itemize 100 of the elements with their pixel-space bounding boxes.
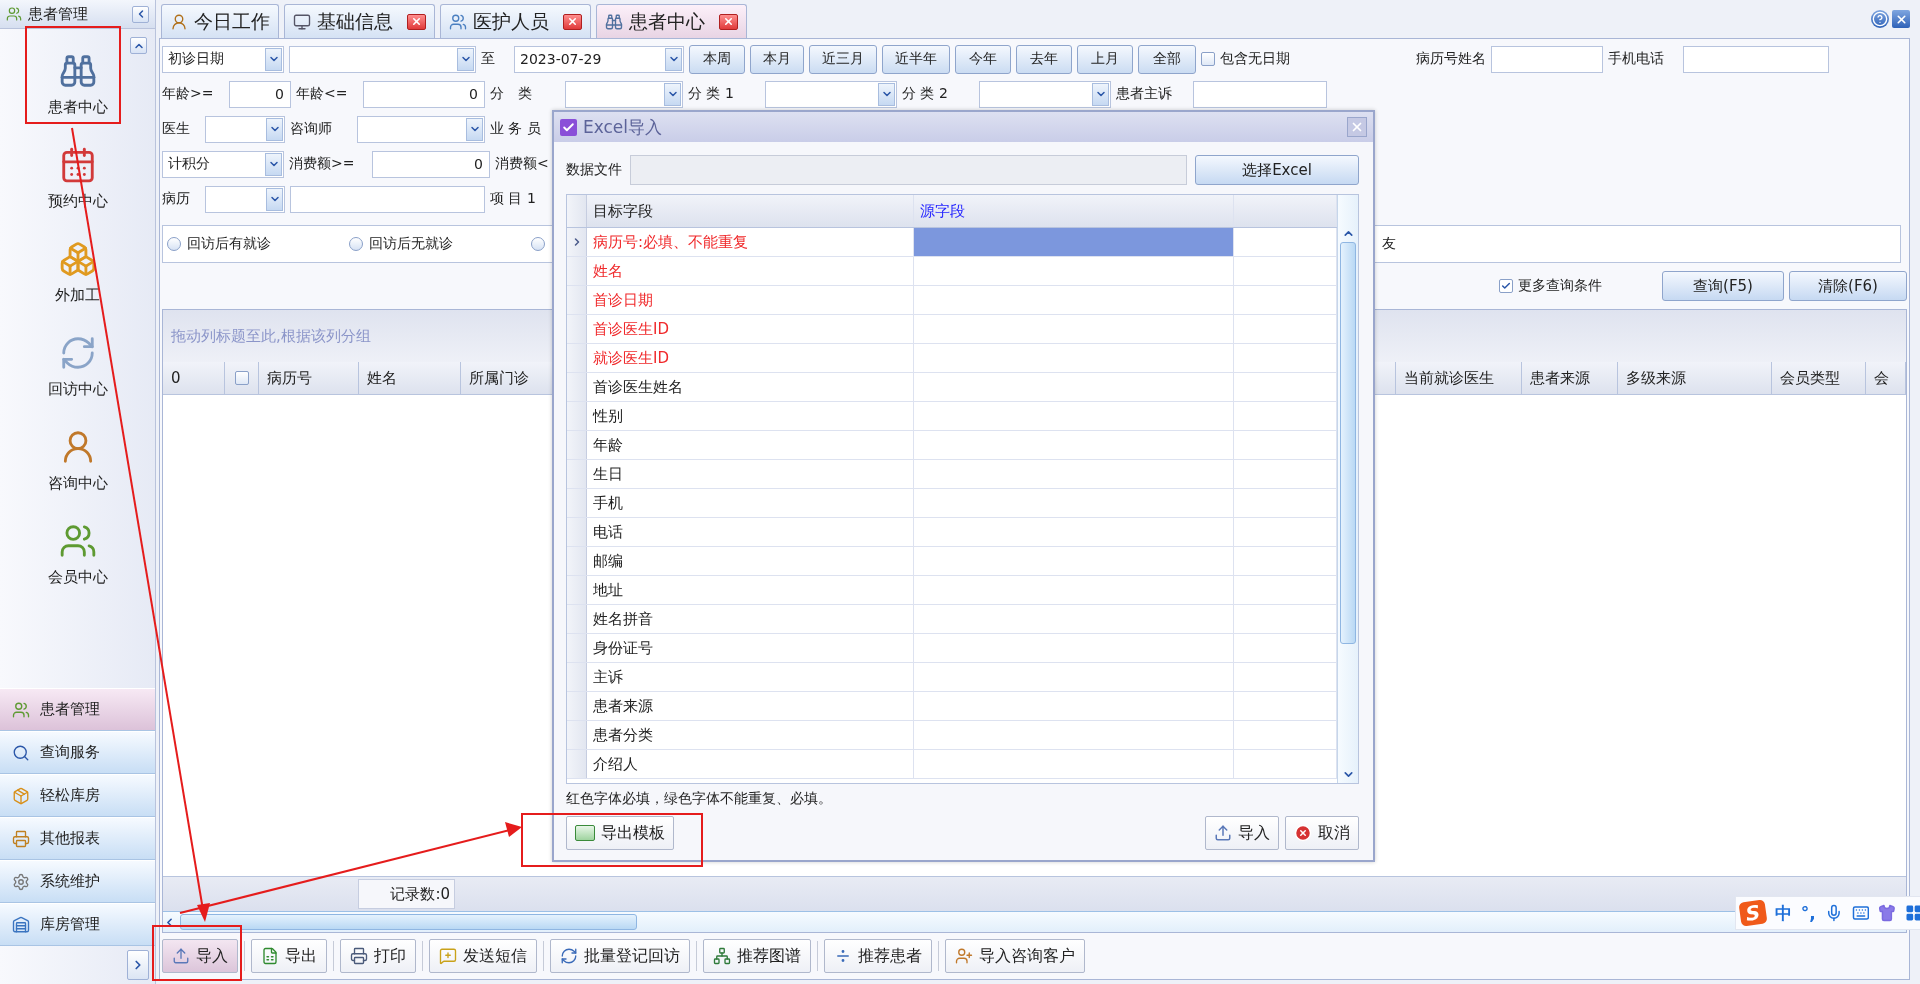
module-item[interactable]: 回访中心 bbox=[22, 319, 133, 413]
choose-file-button[interactable]: 选择Excel bbox=[1195, 155, 1359, 185]
field-label: 消费额< bbox=[495, 155, 550, 173]
toolbar-button[interactable]: 导入咨询客户 bbox=[945, 939, 1085, 973]
dropdown-field[interactable] bbox=[205, 115, 285, 143]
column-header[interactable]: 姓名 bbox=[359, 362, 461, 394]
vertical-scrollbar[interactable] bbox=[1337, 195, 1358, 783]
dropdown-field[interactable]: 2023-07-29 bbox=[514, 45, 684, 73]
dropdown-field[interactable]: 计积分 bbox=[162, 150, 284, 178]
close-button[interactable] bbox=[563, 13, 582, 30]
shirt-icon[interactable] bbox=[1878, 904, 1897, 922]
clear-button[interactable]: 清除(F6) bbox=[1789, 271, 1907, 301]
record-count: 记录数:0 bbox=[358, 879, 455, 909]
period-button[interactable]: 本周 bbox=[689, 44, 745, 74]
column-header[interactable]: 会员类型 bbox=[1772, 362, 1866, 394]
number-field[interactable]: 0 bbox=[372, 150, 490, 178]
toolbar-button[interactable]: 打印 bbox=[340, 939, 416, 973]
collapse-button[interactable] bbox=[132, 5, 149, 23]
column-header[interactable]: 会 bbox=[1866, 362, 1906, 394]
nav-item[interactable]: 患者管理 bbox=[0, 688, 155, 731]
cancel-button[interactable]: 取消 bbox=[1285, 816, 1359, 850]
column-header[interactable]: 0 bbox=[163, 362, 225, 394]
dropdown-field[interactable] bbox=[765, 80, 897, 108]
dropdown-field[interactable]: 初诊日期 bbox=[162, 45, 284, 73]
input-field[interactable] bbox=[290, 185, 485, 213]
expand-button[interactable] bbox=[127, 950, 149, 980]
toolbar-button[interactable]: 推荐图谱 bbox=[703, 939, 811, 973]
export-template-button[interactable]: 导出模板 bbox=[566, 816, 674, 850]
binoculars-icon bbox=[605, 12, 623, 31]
column-header[interactable]: 患者来源 bbox=[1522, 362, 1618, 394]
table-cell: 患者来源 bbox=[587, 692, 914, 720]
scroll-up-button[interactable] bbox=[130, 37, 147, 54]
module-item[interactable]: 会员中心 bbox=[22, 507, 133, 601]
checkbox[interactable] bbox=[234, 371, 249, 385]
column-header[interactable]: 病历号 bbox=[259, 362, 359, 394]
module-item[interactable]: 咨询中心 bbox=[22, 413, 133, 507]
period-button[interactable]: 上月 bbox=[1077, 44, 1133, 74]
close-button[interactable] bbox=[1892, 10, 1910, 28]
toolbar-button[interactable]: 导入 bbox=[162, 939, 238, 973]
toolbar-button[interactable]: 发送短信 bbox=[429, 939, 537, 973]
number-field[interactable]: 0 bbox=[229, 80, 291, 108]
tab-label: 今日工作 bbox=[194, 8, 270, 34]
dropdown-field[interactable] bbox=[357, 115, 485, 143]
nav-item[interactable]: 库房管理 bbox=[0, 903, 155, 946]
help-button[interactable] bbox=[1871, 10, 1889, 28]
nav-item[interactable]: 轻松库房 bbox=[0, 774, 155, 817]
field-label: 年龄>= bbox=[162, 85, 215, 103]
period-button[interactable]: 本月 bbox=[750, 44, 804, 74]
table-cell[interactable] bbox=[914, 228, 1234, 256]
radio-button[interactable] bbox=[349, 237, 363, 251]
period-button[interactable]: 去年 bbox=[1016, 44, 1072, 74]
input-field[interactable] bbox=[1193, 80, 1327, 108]
toolbar-button[interactable]: 导出 bbox=[251, 939, 327, 973]
file-path-field[interactable] bbox=[630, 155, 1187, 185]
nav-item[interactable]: 系统维护 bbox=[0, 860, 155, 903]
tab[interactable]: 患者中心 bbox=[596, 4, 747, 38]
module-item[interactable]: 外加工 bbox=[22, 225, 133, 319]
checkbox[interactable] bbox=[1201, 52, 1215, 66]
period-button[interactable]: 今年 bbox=[955, 44, 1011, 74]
user-add-icon bbox=[955, 947, 973, 965]
close-icon bbox=[1894, 12, 1908, 26]
number-field[interactable]: 0 bbox=[363, 80, 485, 108]
punctuation-button[interactable]: °, bbox=[1800, 903, 1816, 923]
row-indicator bbox=[567, 315, 587, 343]
radio-button[interactable] bbox=[531, 237, 545, 251]
column-header[interactable]: 多级来源 bbox=[1618, 362, 1772, 394]
tab[interactable]: 基础信息 bbox=[284, 4, 435, 38]
dropdown-field[interactable] bbox=[289, 45, 476, 73]
dropdown-field[interactable] bbox=[205, 185, 285, 213]
period-button[interactable]: 全部 bbox=[1138, 44, 1196, 74]
nav-item[interactable]: 其他报表 bbox=[0, 817, 155, 860]
period-button[interactable]: 近半年 bbox=[882, 44, 950, 74]
grid-icon[interactable] bbox=[1905, 904, 1920, 922]
column-header[interactable]: 目标字段 bbox=[587, 195, 914, 227]
period-button[interactable]: 近三月 bbox=[809, 44, 877, 74]
module-item[interactable]: 患者中心 bbox=[22, 37, 133, 131]
column-header[interactable]: 当前就诊医生 bbox=[1396, 362, 1522, 394]
nav-item[interactable]: 查询服务 bbox=[0, 731, 155, 774]
column-header[interactable]: 源字段 bbox=[914, 195, 1234, 227]
checkbox[interactable] bbox=[1499, 279, 1513, 293]
close-button[interactable] bbox=[407, 13, 426, 30]
field-label: 患者主诉 bbox=[1116, 85, 1173, 103]
tab[interactable]: 医护人员 bbox=[440, 4, 591, 38]
row-indicator bbox=[567, 721, 587, 749]
import-button[interactable]: 导入 bbox=[1205, 816, 1279, 850]
dialog-title: Excel导入 bbox=[583, 115, 663, 139]
toolbar-button[interactable]: 推荐患者 bbox=[824, 939, 932, 973]
radio-button[interactable] bbox=[167, 237, 181, 251]
close-button[interactable] bbox=[719, 13, 738, 30]
field-label: 咨询师 bbox=[290, 120, 333, 138]
search-button[interactable]: 查询(F5) bbox=[1662, 271, 1784, 301]
row-indicator bbox=[567, 344, 587, 372]
keyboard-icon[interactable] bbox=[1851, 904, 1870, 922]
toolbar-button[interactable]: 批量登记回访 bbox=[550, 939, 690, 973]
dropdown-field[interactable] bbox=[979, 80, 1111, 108]
input-field[interactable] bbox=[1491, 45, 1603, 73]
tab[interactable]: 今日工作 bbox=[161, 4, 279, 38]
input-field[interactable] bbox=[1683, 45, 1829, 73]
dropdown-field[interactable] bbox=[565, 80, 683, 108]
input-mode-button[interactable]: 中 bbox=[1774, 901, 1792, 925]
